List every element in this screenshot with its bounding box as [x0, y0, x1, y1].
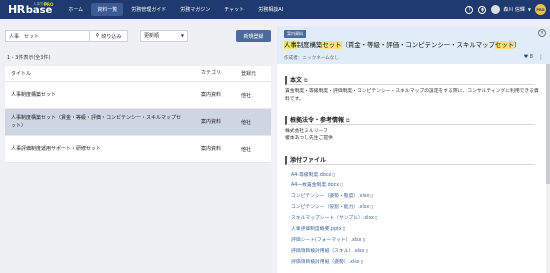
file-icon: ▯	[374, 216, 378, 221]
file-name: 評価項目検討用紙（スキル）.xlsx	[291, 249, 365, 254]
col-category[interactable]: カテゴリ	[201, 70, 241, 77]
scrollbar[interactable]	[546, 64, 550, 273]
file-name: コンピテンシー（姿勢・態度）.xlsx	[291, 194, 370, 199]
sort-label: 更新順	[144, 33, 160, 39]
file-icon: ▯	[362, 238, 366, 243]
col-source[interactable]: 登録元	[241, 70, 271, 77]
logo[interactable]: HR base 人事労務 PRO	[8, 2, 54, 16]
file-name: 人事評価制度概要.pptx	[291, 227, 342, 232]
search-row: ⚲ 絞り込み	[5, 30, 128, 42]
like-button[interactable]: ♥ 8	[524, 54, 533, 60]
file-link[interactable]: コンピテンシー（姿勢・態度）.xlsx▯	[291, 192, 373, 199]
copy-icon[interactable]: ⧉	[346, 118, 350, 124]
avatar[interactable]	[491, 5, 501, 14]
file-name: A4一枚賃金制度.docx	[291, 183, 340, 188]
row-title: 人事制度構築セット（賃金・等級・評価・コンピテンシー・スキルマップセット）	[11, 115, 182, 129]
col-title[interactable]: タイトル	[5, 70, 201, 78]
filter-icon: ⚲	[95, 33, 100, 39]
new-register-button[interactable]: 新規登録	[236, 30, 271, 42]
bell-icon[interactable]	[478, 5, 487, 14]
row-source: 他社	[241, 92, 252, 99]
nav-documents[interactable]: 資料一覧	[91, 3, 124, 16]
section-main-label: 本文	[290, 77, 303, 84]
title-highlight: セット	[322, 41, 342, 49]
row-category: 案内資料	[201, 91, 222, 98]
user-name[interactable]: 森川 信輝	[503, 6, 525, 13]
file-icon: ▯	[370, 205, 373, 210]
file-icon: ▯	[360, 260, 364, 265]
detail-panel: 案内資料 × 人事制度構築セット（賃金・等級・評価・コンピテンシー・スキルマップ…	[277, 26, 550, 273]
title-highlight: 人事	[284, 41, 297, 49]
section-law-label: 根拠法令・参考情報	[290, 117, 345, 124]
detail-title: 人事制度構築セット（賃金・等級・評価・コンピテンシー・スキルマップセット）	[284, 40, 520, 49]
row-category: 案内資料	[201, 145, 222, 152]
main-nav: ホーム 資料一覧 労務管理ガイド 労務マガジン チャット 労務相談AI	[62, 0, 291, 19]
file-icon: ▯	[340, 183, 343, 188]
row-category: 案内資料	[201, 118, 222, 125]
header-right: ? 森川 信輝 ▼ PRO	[465, 0, 546, 19]
law-text-2: 榎本あつし先生ご提供	[285, 136, 333, 141]
nav-magazine[interactable]: 労務マガジン	[174, 3, 216, 16]
pro-badge: PRO	[535, 4, 546, 15]
logo-pro: PRO	[44, 2, 54, 7]
nav-guide[interactable]: 労務管理ガイド	[125, 3, 172, 16]
title-text: ）	[514, 41, 521, 49]
detail-header: 案内資料 × 人事制度構築セット（賃金・等級・評価・コンピテンシー・スキルマップ…	[277, 26, 550, 64]
file-icon: ▯	[370, 194, 373, 199]
table-header: タイトル カテゴリ 登録元	[5, 66, 271, 82]
file-name: スキルマップシート（サンプル）.xlsx	[291, 216, 374, 221]
scrollbar-thumb[interactable]	[546, 64, 550, 184]
file-link[interactable]: A4-等級制度.docx▯	[291, 171, 335, 178]
main-text: 賃金制度・等級制度・評価制度・コンピテンシー・スキルマップの設定をする際に、コン…	[285, 89, 539, 102]
filter-label: 絞り込み	[101, 33, 122, 40]
file-name: コンピテンシー（役割・能力）.xlsx	[291, 205, 370, 210]
row-source: 他社	[241, 119, 252, 126]
table-row[interactable]: 人事制度構築セット 案内資料 他社	[5, 82, 271, 109]
file-link[interactable]: 評価シート(フォーマット）.xlsx▯	[291, 236, 365, 243]
table-row[interactable]: 人事制度構築セット（賃金・等級・評価・コンピテンシー・スキルマップセット） 案内…	[5, 109, 271, 136]
result-count: 1 - 3件表示(全3件)	[7, 55, 51, 61]
file-link[interactable]: A4一枚賃金制度.docx▯	[291, 181, 343, 188]
file-link[interactable]: 評価項目検討用紙（姿勢）.xlsx▯	[291, 258, 363, 265]
section-main: 本文 ⧉	[285, 76, 535, 85]
nav-home[interactable]: ホーム	[62, 3, 89, 16]
row-title: 人事評価制度運用サポート・研修セット	[11, 146, 102, 152]
help-icon[interactable]: ?	[465, 5, 474, 14]
file-icon: ▯	[342, 227, 346, 232]
file-icon: ▯	[332, 173, 335, 178]
file-name: A4-等級制度.docx	[291, 173, 332, 178]
logo-hr: HR	[8, 3, 25, 16]
copy-icon[interactable]: ⧉	[304, 78, 308, 84]
nav-ai[interactable]: 労務相談AI	[252, 3, 289, 16]
file-link[interactable]: 評価項目検討用紙（スキル）.xlsx▯	[291, 247, 368, 254]
table-row[interactable]: 人事評価制度運用サポート・研修セット 案内資料 他社	[5, 136, 271, 163]
chevron-down-icon: ▼	[180, 33, 184, 38]
nav-chat[interactable]: チャット	[218, 3, 250, 16]
file-link[interactable]: 人事評価制度概要.pptx▯	[291, 225, 345, 232]
file-name: 評価シート(フォーマット）.xlsx	[291, 238, 362, 243]
section-files-label: 添付ファイル	[290, 157, 327, 164]
title-highlight: セット	[494, 41, 515, 49]
file-link[interactable]: スキルマップシート（サンプル）.xlsx▯	[291, 214, 378, 221]
author: 作成者：ニックネームなし	[284, 56, 339, 61]
section-files: 添付ファイル	[285, 156, 535, 165]
title-text: （賃金・等級・評価・コンピテンシー・スキルマップ	[341, 41, 495, 49]
documents-table: タイトル カテゴリ 登録元 人事制度構築セット 案内資料 他社 人事制度構築セッ…	[5, 66, 271, 163]
file-icon: ▯	[365, 249, 369, 254]
file-name: 評価項目検討用紙（姿勢）.xlsx	[291, 260, 360, 265]
filter-button[interactable]: ⚲ 絞り込み	[90, 30, 128, 42]
chevron-down-icon[interactable]: ▼	[528, 7, 531, 12]
row-source: 他社	[241, 146, 252, 153]
section-law: 根拠法令・参考情報 ⧉	[285, 116, 535, 125]
sort-select[interactable]: 更新順 ▼	[140, 30, 188, 42]
close-icon[interactable]: ×	[538, 29, 546, 37]
top-header: HR base 人事労務 PRO ホーム 資料一覧 労務管理ガイド 労務マガジン…	[0, 0, 550, 19]
row-title: 人事制度構築セット	[11, 92, 57, 98]
more-menu-icon[interactable]: ⋮	[538, 54, 544, 61]
file-link[interactable]: コンピテンシー（役割・能力）.xlsx▯	[291, 203, 373, 210]
title-text: 制度構築	[296, 41, 323, 49]
category-badge: 案内資料	[284, 30, 306, 38]
search-input[interactable]	[5, 30, 90, 42]
